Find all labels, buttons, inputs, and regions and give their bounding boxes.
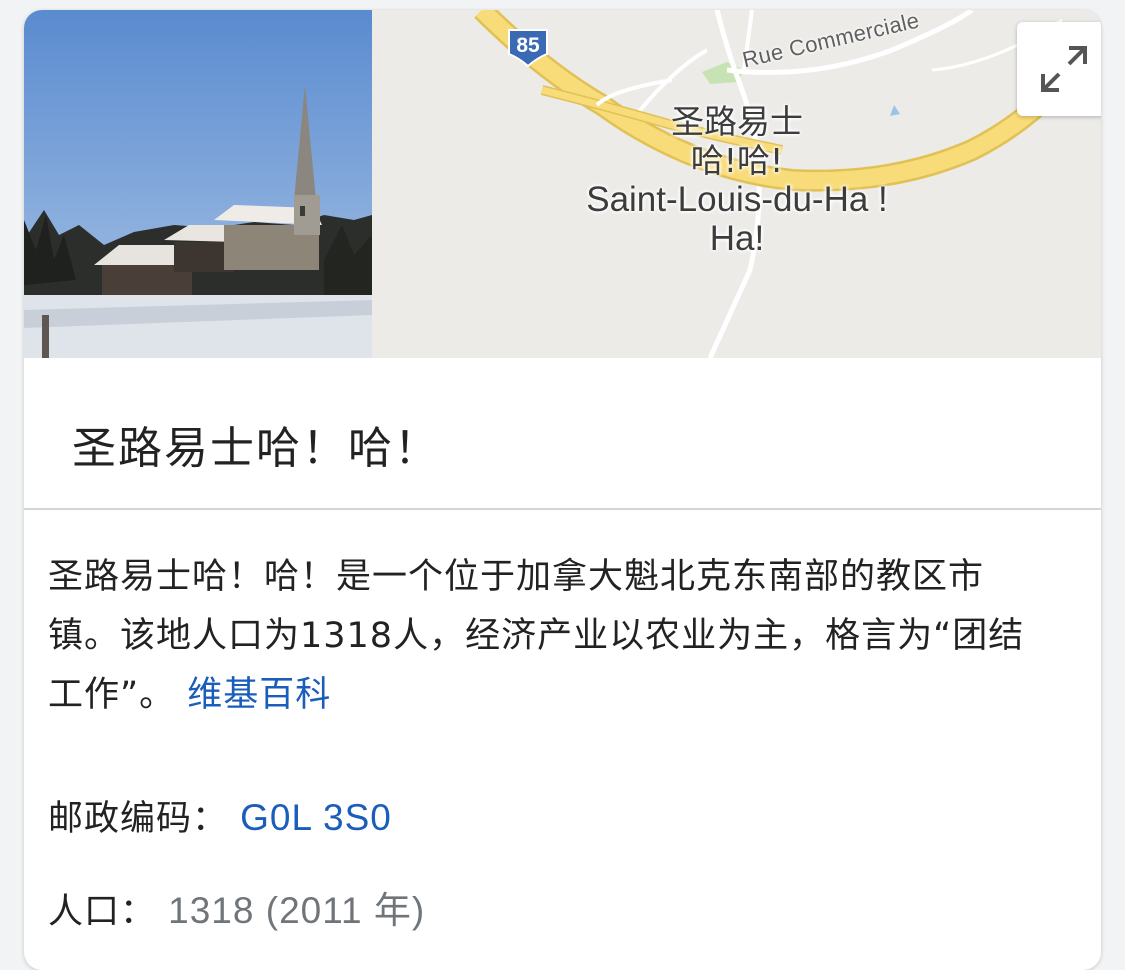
- expand-icon: [1041, 46, 1087, 92]
- map-preview[interactable]: 85 Rue Commerciale 圣路易士哈!哈! Saint-Louis-…: [372, 10, 1101, 358]
- place-photo[interactable]: [24, 10, 372, 358]
- route-number: 85: [516, 34, 540, 57]
- description: 圣路易士哈！哈！是一个位于加拿大魁北克东南部的教区市镇。该地人口为1318人，经…: [48, 548, 1038, 725]
- population-value: 1318 (2011 年): [168, 890, 426, 931]
- map-place-label-zh: 圣路易士哈!哈!: [671, 102, 803, 180]
- page-title: 圣路易士哈！哈！: [72, 423, 440, 474]
- fact-postal-code: 邮政编码： G0L 3S0: [48, 790, 392, 841]
- postal-code-link[interactable]: G0L 3S0: [240, 797, 392, 838]
- fact-label: 邮政编码：: [48, 799, 229, 839]
- wikipedia-link[interactable]: 维基百科: [187, 675, 331, 715]
- fact-population: 人口： 1318 (2011 年): [48, 880, 425, 934]
- expand-map-button[interactable]: [1017, 22, 1101, 116]
- title-row: 圣路易士哈！哈！: [24, 358, 1101, 510]
- fact-label: 人口：: [48, 892, 157, 932]
- route-shield-icon: 85: [506, 28, 550, 68]
- hero: 85 Rue Commerciale 圣路易士哈!哈! Saint-Louis-…: [24, 10, 1101, 358]
- map-place-label: 圣路易士哈!哈! Saint-Louis-du-Ha ! Ha!: [562, 102, 912, 258]
- map-place-label-fr: Saint-Louis-du-Ha ! Ha!: [586, 180, 888, 258]
